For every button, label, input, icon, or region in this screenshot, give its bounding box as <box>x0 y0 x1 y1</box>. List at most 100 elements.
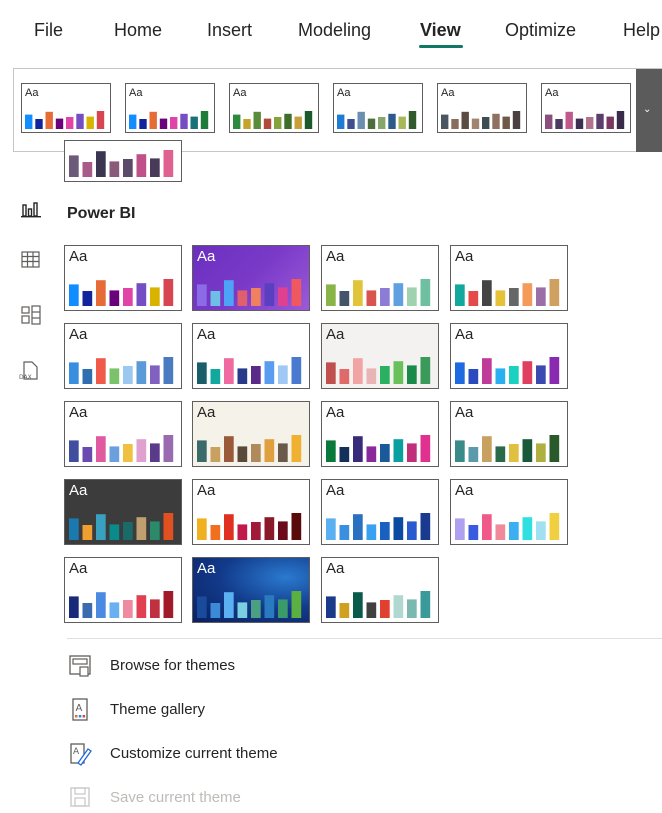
theme-color-bar <box>163 357 174 384</box>
theme-color-bar <box>549 513 560 540</box>
theme-card-electric[interactable]: Aa <box>450 323 568 389</box>
theme-color-bar <box>353 358 363 384</box>
tab-insert[interactable]: Insert <box>207 20 252 41</box>
theme-card-default[interactable]: Aa <box>64 245 182 311</box>
model-view-icon[interactable] <box>20 304 42 326</box>
theme-color-bar <box>82 162 93 177</box>
theme-color-bar <box>210 603 221 618</box>
partial-theme-card[interactable]: Aa <box>64 140 182 182</box>
tab-view[interactable]: View <box>420 20 461 41</box>
table-view-icon[interactable] <box>20 249 42 271</box>
theme-card-sunset[interactable]: Aa <box>321 557 439 623</box>
theme-card-tidal[interactable]: Aa <box>64 479 182 545</box>
theme-card-storm[interactable]: Aa <box>64 557 182 623</box>
theme-color-bars <box>326 513 431 540</box>
report-view-icon[interactable] <box>20 200 42 222</box>
theme-card-innovate[interactable]: Aa <box>321 401 439 467</box>
theme-color-bar <box>210 369 221 384</box>
theme-color-bar <box>455 518 465 540</box>
theme-color-bars <box>455 435 560 462</box>
theme-color-bar <box>509 366 519 384</box>
theme-gallery-item[interactable]: A Theme gallery <box>67 695 657 725</box>
theme-color-bar <box>224 358 234 384</box>
theme-color-bar <box>278 599 288 618</box>
theme-card-highcontrast[interactable]: Aa <box>192 401 310 467</box>
theme-color-bar <box>197 362 207 384</box>
theme-card-bloom[interactable]: Aa <box>450 401 568 467</box>
ribbon-theme-3[interactable]: Aa <box>333 83 423 133</box>
theme-color-bar <box>66 117 74 129</box>
theme-card-teal[interactable]: Aa <box>450 245 568 311</box>
theme-color-bar <box>393 517 404 540</box>
theme-color-bar <box>86 116 94 129</box>
theme-color-bar <box>502 116 510 129</box>
theme-color-bar <box>76 113 84 129</box>
ribbon-theme-2[interactable]: Aa <box>229 83 319 133</box>
theme-card-natural[interactable]: Aa <box>321 245 439 311</box>
theme-color-bar <box>482 117 490 129</box>
browse-themes-item[interactable]: Browse for themes <box>67 651 657 681</box>
theme-color-bar <box>109 602 120 618</box>
save-theme-item[interactable]: Save current theme <box>67 783 657 813</box>
theme-color-bar <box>291 435 302 462</box>
tab-modeling[interactable]: Modeling <box>298 20 371 41</box>
dax-query-icon[interactable]: DAX <box>18 360 40 382</box>
ribbon-theme-4[interactable]: Aa <box>437 83 527 133</box>
theme-color-bar <box>495 368 506 384</box>
theme-card-executive[interactable]: Aa <box>64 401 182 467</box>
theme-color-bar <box>575 118 584 129</box>
tab-help[interactable]: Help <box>623 20 660 41</box>
theme-color-bar <box>536 365 546 384</box>
theme-color-bar <box>347 119 355 129</box>
ribbon-theme-0[interactable]: Aa <box>21 83 111 133</box>
theme-card-accessible[interactable]: Aa <box>192 557 310 623</box>
theme-color-bar <box>69 440 79 462</box>
theme-color-bars <box>197 435 302 462</box>
theme-color-bar <box>461 111 469 129</box>
theme-color-bar <box>109 161 120 177</box>
theme-strip-expand-button[interactable]: ⌄ <box>636 69 662 152</box>
theme-color-bar <box>407 599 417 618</box>
theme-card-divergent[interactable]: Aa <box>450 479 568 545</box>
ribbon-theme-1[interactable]: Aa <box>125 83 215 133</box>
theme-color-bar <box>357 111 365 129</box>
tab-optimize[interactable]: Optimize <box>505 20 576 41</box>
theme-color-bar <box>96 280 106 306</box>
theme-color-bar <box>380 444 390 462</box>
theme-color-bar <box>339 291 350 306</box>
theme-color-bar <box>353 592 363 618</box>
theme-color-bar <box>455 284 465 306</box>
customize-theme-item[interactable]: A Customize current theme <box>67 739 657 769</box>
theme-card-purple[interactable]: Aa <box>192 245 310 311</box>
theme-color-bar <box>96 111 105 129</box>
theme-color-bar <box>420 357 431 384</box>
theme-gallery-icon: A <box>72 698 88 721</box>
theme-color-bar <box>326 596 336 618</box>
theme-color-bars <box>455 513 560 540</box>
theme-color-bars <box>337 111 417 129</box>
ribbon-theme-5[interactable]: Aa <box>541 83 631 133</box>
theme-color-bar <box>468 369 479 384</box>
theme-color-bar <box>82 525 93 540</box>
theme-color-bar <box>536 443 546 462</box>
theme-color-bar <box>549 357 560 384</box>
theme-color-bar <box>224 514 234 540</box>
active-tab-indicator <box>419 45 463 48</box>
theme-card-classroom[interactable]: Aa <box>321 323 439 389</box>
theme-card-solar[interactable]: Aa <box>321 479 439 545</box>
theme-color-bar <box>123 159 133 177</box>
tab-home[interactable]: Home <box>114 20 162 41</box>
theme-card-city[interactable]: Aa <box>192 323 310 389</box>
theme-color-bar <box>536 521 546 540</box>
theme-color-bar <box>197 596 207 618</box>
theme-color-bar <box>25 114 33 129</box>
theme-color-bar <box>549 279 560 306</box>
theme-card-temperature[interactable]: Aa <box>192 479 310 545</box>
theme-color-bars <box>69 591 174 618</box>
theme-color-bar <box>69 518 79 540</box>
theme-card-frontier[interactable]: Aa <box>64 323 182 389</box>
theme-color-bar <box>509 444 519 462</box>
theme-color-bar <box>366 602 377 618</box>
tab-file[interactable]: File <box>34 20 63 41</box>
theme-color-bar <box>150 365 160 384</box>
